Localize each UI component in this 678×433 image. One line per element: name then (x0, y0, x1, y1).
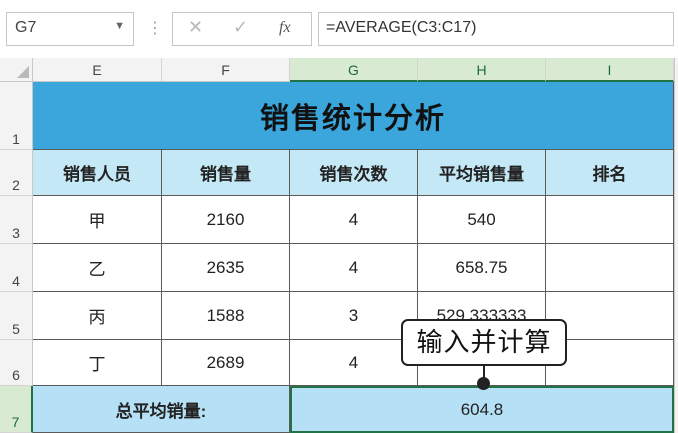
header-sales-volume[interactable]: 销售量 (162, 150, 290, 196)
cell-h4[interactable]: 658.75 (418, 244, 546, 292)
row-header-6[interactable]: 6 (0, 340, 33, 386)
enter-icon[interactable]: ✓ (233, 17, 248, 38)
total-average-value[interactable]: 604.8 (290, 386, 674, 433)
cell-f5[interactable]: 1588 (162, 292, 290, 340)
row-header-5[interactable]: 5 (0, 292, 33, 340)
cell-g3[interactable]: 4 (290, 196, 418, 244)
insert-function-icon[interactable]: fx (279, 19, 291, 37)
cancel-icon[interactable]: ✕ (188, 17, 203, 38)
formula-buttons: ✕ ✓ fx (172, 12, 312, 46)
row-header-2[interactable]: 2 (0, 150, 33, 196)
cell-i3[interactable] (546, 196, 674, 244)
more-options-icon[interactable]: ⋮ (147, 14, 163, 44)
cell-f4[interactable]: 2635 (162, 244, 290, 292)
select-all-corner[interactable] (0, 58, 33, 82)
header-salesperson[interactable]: 销售人员 (33, 150, 162, 196)
column-header-g[interactable]: G (290, 58, 418, 82)
row-header-7[interactable]: 7 (0, 386, 33, 433)
name-box[interactable]: G7 ▼ (6, 12, 134, 46)
header-sales-count[interactable]: 销售次数 (290, 150, 418, 196)
row-header-4[interactable]: 4 (0, 244, 33, 292)
cell-e6[interactable]: 丁 (33, 340, 162, 386)
cell-g5[interactable]: 3 (290, 292, 418, 340)
cell-e5[interactable]: 丙 (33, 292, 162, 340)
callout-pointer-dot (477, 377, 490, 390)
cell-f6[interactable]: 2689 (162, 340, 290, 386)
cell-g6[interactable]: 4 (290, 340, 418, 386)
right-edge (674, 58, 678, 433)
total-average-label[interactable]: 总平均销量: (33, 386, 290, 433)
annotation-callout: 输入并计算 (401, 319, 567, 366)
cell-g4[interactable]: 4 (290, 244, 418, 292)
column-header-f[interactable]: F (162, 58, 290, 82)
header-rank[interactable]: 排名 (546, 150, 674, 196)
column-header-e[interactable]: E (33, 58, 162, 82)
formula-bar: G7 ▼ ⋮ ✕ ✓ fx =AVERAGE(C3:C17) (0, 0, 678, 58)
row-header-1[interactable]: 1 (0, 82, 33, 150)
sheet-title[interactable]: 销售统计分析 (33, 82, 674, 150)
header-average-sales[interactable]: 平均销售量 (418, 150, 546, 196)
chevron-down-icon[interactable]: ▼ (114, 20, 125, 32)
column-header-i[interactable]: I (546, 58, 674, 82)
cell-e3[interactable]: 甲 (33, 196, 162, 244)
row-header-3[interactable]: 3 (0, 196, 33, 244)
formula-input[interactable]: =AVERAGE(C3:C17) (318, 12, 674, 46)
cell-f3[interactable]: 2160 (162, 196, 290, 244)
column-header-h[interactable]: H (418, 58, 546, 82)
cell-h3[interactable]: 540 (418, 196, 546, 244)
cell-e4[interactable]: 乙 (33, 244, 162, 292)
cell-i4[interactable] (546, 244, 674, 292)
name-box-value: G7 (15, 19, 37, 36)
